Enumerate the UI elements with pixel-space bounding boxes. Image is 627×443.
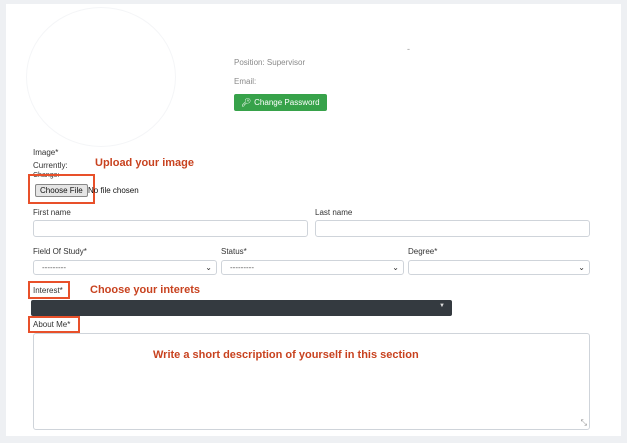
profile-name-placeholder: - bbox=[407, 44, 410, 54]
email-label: Email: bbox=[234, 77, 257, 86]
first-name-label: First name bbox=[33, 208, 71, 217]
chevron-down-icon: ⌄ bbox=[578, 263, 585, 272]
degree-label: Degree* bbox=[408, 247, 438, 256]
interest-label: Interest* bbox=[33, 286, 63, 295]
caret-down-icon: ▼ bbox=[439, 303, 445, 309]
status-label: Status* bbox=[221, 247, 247, 256]
field-of-study-select[interactable]: --------- ⌄ bbox=[33, 260, 217, 275]
position-text: Position: Supervisor bbox=[234, 58, 306, 67]
field-of-study-label: Field Of Study* bbox=[33, 247, 87, 256]
last-name-input[interactable] bbox=[315, 220, 590, 237]
change-password-label: Change Password bbox=[254, 98, 320, 107]
key-icon: 🔑︎ bbox=[241, 98, 252, 107]
avatar bbox=[27, 8, 175, 146]
status-select[interactable]: --------- ⌄ bbox=[221, 260, 404, 275]
interest-annotation: Choose your interets bbox=[90, 284, 201, 296]
degree-select[interactable]: ⌄ bbox=[408, 260, 590, 275]
currently-label: Currently: bbox=[33, 161, 68, 170]
last-name-label: Last name bbox=[315, 208, 353, 217]
change-password-button[interactable]: 🔑︎ Change Password bbox=[234, 94, 327, 111]
first-name-input[interactable] bbox=[33, 220, 308, 237]
about-me-annotation: Write a short description of yourself in… bbox=[153, 349, 419, 361]
about-me-textarea[interactable]: ⤡ bbox=[33, 333, 590, 430]
resize-handle-icon[interactable]: ⤡ bbox=[581, 418, 587, 428]
no-file-chosen-text: No file chosen bbox=[88, 186, 139, 195]
chevron-down-icon: ⌄ bbox=[205, 263, 212, 272]
interest-select[interactable]: ▼ bbox=[31, 300, 452, 316]
field-of-study-value: --------- bbox=[42, 263, 66, 272]
chevron-down-icon: ⌄ bbox=[392, 263, 399, 272]
about-me-label: About Me* bbox=[33, 320, 71, 329]
status-value: --------- bbox=[230, 263, 254, 272]
upload-image-annotation: Upload your image bbox=[95, 157, 195, 169]
choose-file-button[interactable]: Choose File bbox=[35, 184, 88, 197]
image-label: Image* bbox=[33, 148, 59, 157]
